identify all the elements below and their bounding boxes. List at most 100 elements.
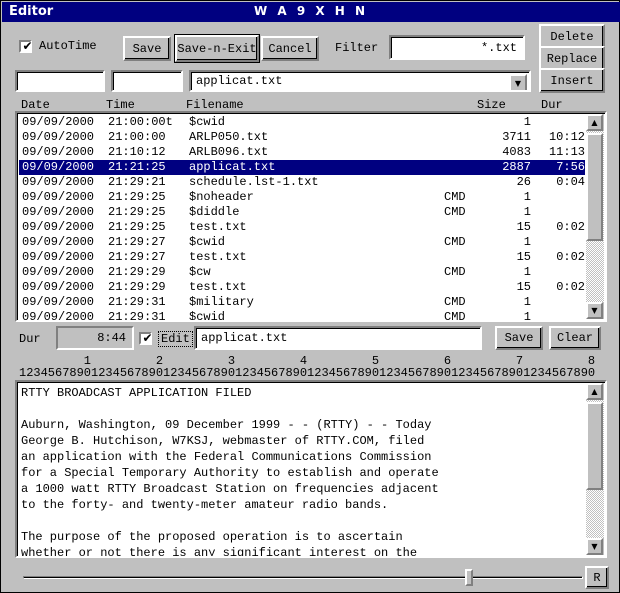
- date-input[interactable]: [15, 70, 105, 92]
- time-input[interactable]: [111, 70, 183, 92]
- cell-dur: 11:13: [548, 145, 585, 159]
- save-button[interactable]: Save: [123, 36, 171, 61]
- table-row[interactable]: 09/09/2000 21:29:29 test.txt 15 0:02: [19, 280, 585, 295]
- text-editor-scrollbar[interactable]: ▲ ▼: [586, 383, 604, 555]
- table-row[interactable]: 09/09/2000 21:29:25 $noheader CMD 1: [19, 190, 585, 205]
- scale-thumb[interactable]: [464, 569, 473, 586]
- cell-time: 21:29:31: [108, 310, 166, 320]
- cell-time: 21:00:00: [108, 130, 166, 144]
- cell-date: 09/09/2000: [22, 250, 95, 264]
- save-n-exit-button[interactable]: Save-n-Exit: [174, 34, 260, 63]
- r-button[interactable]: R: [585, 566, 609, 589]
- filter-input[interactable]: *.txt: [389, 35, 525, 60]
- scale-trough[interactable]: [23, 576, 583, 579]
- table-row[interactable]: 09/09/2000 21:00:00 ARLP050.txt 3711 10:12: [19, 130, 585, 145]
- insert-button[interactable]: Insert: [539, 68, 605, 93]
- column-header-dur: Dur: [541, 98, 563, 112]
- cell-size: 1: [523, 310, 531, 320]
- cell-filename: schedule.lst-1.txt: [189, 175, 319, 189]
- cell-filename: $cwid: [189, 310, 226, 320]
- cell-filename: ARLB096.txt: [189, 145, 269, 159]
- cell-size: 1: [523, 115, 531, 129]
- triangle-down-icon[interactable]: ▼: [586, 538, 603, 555]
- cell-filename: $military: [189, 295, 254, 309]
- checkmark-icon: ✔: [22, 39, 33, 53]
- file-list[interactable]: 09/09/2000 21:00:00t $cwid 1 09/09/2000 21:00…: [15, 111, 607, 322]
- cell-filename: $cw: [189, 265, 211, 279]
- cell-date: 09/09/2000: [22, 145, 95, 159]
- cell-dur: 0:02: [556, 280, 585, 294]
- horizontal-scale[interactable]: [15, 565, 591, 589]
- cell-filename: $diddle: [189, 205, 240, 219]
- cell-time: 21:29:31: [108, 295, 166, 309]
- text-editor-scroll-thumb[interactable]: [586, 402, 603, 490]
- cell-filename: $noheader: [189, 190, 254, 204]
- cell-date: 09/09/2000: [22, 295, 95, 309]
- table-row[interactable]: 09/09/2000 21:10:12 ARLB096.txt 4083 11:13: [19, 145, 585, 160]
- filter-label: Filter: [335, 41, 379, 55]
- cell-size: 1: [523, 265, 531, 279]
- table-row[interactable]: 09/09/2000 21:29:21 schedule.lst-1.txt 26 0:…: [19, 175, 585, 190]
- cell-date: 09/09/2000: [22, 280, 95, 294]
- file-list-scroll-thumb[interactable]: [586, 133, 603, 241]
- table-row[interactable]: 09/09/2000 21:21:25 applicat.txt 2887 7:56: [19, 160, 585, 175]
- cell-cmd: CMD: [444, 190, 466, 204]
- edit-filename-input[interactable]: applicat.txt: [194, 326, 482, 350]
- table-row[interactable]: 09/09/2000 21:29:31 $military CMD 1: [19, 295, 585, 310]
- cancel-button[interactable]: Cancel: [261, 36, 319, 61]
- triangle-down-icon[interactable]: ▼: [586, 302, 603, 319]
- cell-date: 09/09/2000: [22, 220, 95, 234]
- table-row[interactable]: 09/09/2000 21:00:00t $cwid 1: [19, 115, 585, 130]
- cell-cmd: CMD: [444, 310, 466, 320]
- cell-size: 26: [516, 175, 531, 189]
- cell-date: 09/09/2000: [22, 115, 95, 129]
- edit-label: Edit: [158, 331, 193, 347]
- cell-filename: ARLP050.txt: [189, 130, 269, 144]
- edit-checkbox[interactable]: ✔: [139, 332, 153, 345]
- cell-cmd: CMD: [444, 205, 466, 219]
- cell-date: 09/09/2000: [22, 265, 95, 279]
- cell-size: 15: [516, 280, 531, 294]
- file-list-rows[interactable]: 09/09/2000 21:00:00t $cwid 1 09/09/2000 21:00…: [19, 115, 585, 320]
- cell-size: 1: [523, 235, 531, 249]
- cell-filename: test.txt: [189, 250, 247, 264]
- cell-time: 21:29:21: [108, 175, 166, 189]
- cell-dur: 10:12: [548, 130, 585, 144]
- table-row[interactable]: 09/09/2000 21:29:29 $cw CMD 1: [19, 265, 585, 280]
- column-header-filename: Filename: [186, 98, 244, 112]
- table-row[interactable]: 09/09/2000 21:29:27 test.txt 15 0:02: [19, 250, 585, 265]
- cell-size: 15: [516, 250, 531, 264]
- triangle-up-icon[interactable]: ▲: [586, 114, 603, 131]
- column-header-date: Date: [21, 98, 50, 112]
- dur-value: 8:44: [56, 326, 134, 350]
- text-editor-content[interactable]: RTTY BROADCAST APPLICATION FILED Auburn,…: [21, 385, 581, 556]
- cell-cmd: CMD: [444, 265, 466, 279]
- cell-date: 09/09/2000: [22, 205, 95, 219]
- triangle-up-icon[interactable]: ▲: [586, 383, 603, 400]
- cell-filename: $cwid: [189, 235, 226, 249]
- cell-dur: 7:56: [556, 160, 585, 174]
- table-row[interactable]: 09/09/2000 21:29:25 $diddle CMD 1: [19, 205, 585, 220]
- cell-size: 15: [516, 220, 531, 234]
- cell-dur: 0:04: [556, 175, 585, 189]
- table-row[interactable]: 09/09/2000 21:29:25 test.txt 15 0:02: [19, 220, 585, 235]
- text-editor[interactable]: RTTY BROADCAST APPLICATION FILED Auburn,…: [15, 380, 607, 558]
- autotime-checkbox[interactable]: ✔: [19, 39, 33, 53]
- cell-size: 1: [523, 295, 531, 309]
- cell-size: 2887: [502, 160, 531, 174]
- cell-size: 3711: [502, 130, 531, 144]
- cell-dur: 0:02: [556, 250, 585, 264]
- editor-clear-button[interactable]: Clear: [549, 326, 601, 350]
- cell-filename: test.txt: [189, 280, 247, 294]
- chevron-down-icon[interactable]: ▼: [509, 74, 527, 90]
- filename-combobox-value: applicat.txt: [196, 74, 283, 88]
- table-row[interactable]: 09/09/2000 21:29:27 $cwid CMD 1: [19, 235, 585, 250]
- filename-combobox[interactable]: applicat.txt ▼: [189, 70, 531, 92]
- table-row[interactable]: 09/09/2000 21:29:31 $cwid CMD 1: [19, 310, 585, 320]
- cell-time: 21:29:27: [108, 250, 166, 264]
- file-list-scrollbar[interactable]: ▲ ▼: [586, 114, 604, 319]
- cell-time: 21:29:29: [108, 265, 166, 279]
- cell-time: 21:00:00t: [108, 115, 173, 129]
- cell-date: 09/09/2000: [22, 130, 95, 144]
- editor-save-button[interactable]: Save: [495, 326, 543, 350]
